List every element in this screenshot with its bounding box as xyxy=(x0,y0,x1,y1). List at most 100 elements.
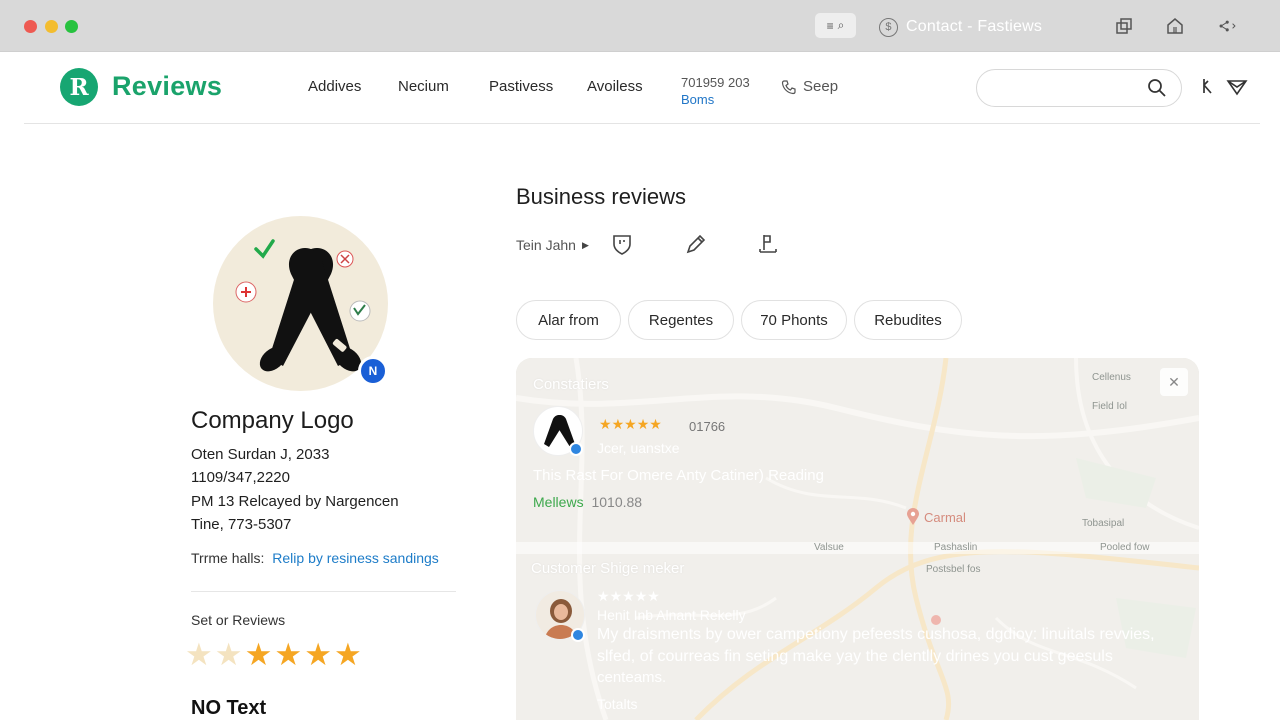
footer-label: NO Text xyxy=(191,697,267,719)
close-window-button[interactable] xyxy=(24,20,37,33)
map-pin[interactable]: Carmal xyxy=(906,508,966,526)
filter-chip-3[interactable]: 70 Phonts xyxy=(741,300,847,340)
phone-sub-link[interactable]: Boms xyxy=(681,91,750,108)
map-label-band-right: Pooled fow xyxy=(1100,542,1150,553)
copy-icon[interactable] xyxy=(1114,16,1134,36)
verified-badge: N xyxy=(358,356,388,386)
review-2-text-line-2: slfed, of courreas fin seting make yay t… xyxy=(597,648,1113,665)
review-1-stars: ★ ★ ★ ★ ★ xyxy=(599,416,662,433)
rating-stars[interactable]: ★ ★ ★ ★ ★ ★ xyxy=(185,638,362,672)
brand-name[interactable]: Reviews xyxy=(112,71,222,102)
review-star: ★ xyxy=(624,416,637,432)
postal-line: 1109/347,2220 xyxy=(191,469,290,486)
review-star: ★ xyxy=(649,416,662,432)
trust-link[interactable]: Relip by resiness sandings xyxy=(272,550,439,566)
section-title: Business reviews xyxy=(516,184,686,209)
map-pin-label: Carmal xyxy=(924,509,966,525)
section-label-1: Constatiers xyxy=(533,376,609,393)
review-1-text: This Rast For Omere Anty Catiner) Readin… xyxy=(533,467,824,484)
review-2-text-line-1: My draisments by ower campetiony pefeest… xyxy=(597,626,1155,643)
verified-dot-2 xyxy=(571,628,585,642)
review-2-author[interactable]: Henit Inb Alnant Rekelly xyxy=(597,607,746,623)
home-icon[interactable] xyxy=(1165,16,1185,36)
cursor-icon[interactable] xyxy=(1199,76,1221,98)
brand-logo[interactable]: R xyxy=(60,68,98,106)
pencil-icon[interactable] xyxy=(684,232,708,256)
filter-chip-4[interactable]: Rebudites xyxy=(854,300,962,340)
search-box[interactable] xyxy=(976,69,1182,107)
review-star: ★ xyxy=(597,588,610,604)
maximize-window-button[interactable] xyxy=(65,20,78,33)
rating-star[interactable]: ★ xyxy=(304,638,332,672)
review-2-footer: Totalts xyxy=(597,696,638,712)
rating-star[interactable]: ★ xyxy=(245,638,273,672)
rating-star[interactable]: ★ xyxy=(215,638,243,672)
share-icon[interactable] xyxy=(1218,16,1238,36)
review-star: ★ xyxy=(611,416,625,432)
nav-link-3[interactable]: Pastivess xyxy=(489,78,553,95)
review-2-stars: ★ ★ ★ ★ ★ xyxy=(597,588,660,605)
author-row[interactable]: Tein Jahn ▶ xyxy=(516,232,589,258)
rating-star[interactable]: ★ xyxy=(185,638,213,672)
trust-label: Trrme halls: xyxy=(191,550,265,566)
review-1-count: 01766 xyxy=(689,419,726,434)
reviews-panel: ✕ Cellenus Field Iol Tobasipal Valsue Pa… xyxy=(516,358,1199,720)
review-star: ★ xyxy=(609,588,623,604)
tab-menu-button[interactable]: ≡ ⌕ xyxy=(815,13,856,38)
panel-divider xyxy=(516,542,1199,554)
search-icon: ⌕ xyxy=(837,18,845,32)
nav-link-2[interactable]: Necium xyxy=(398,78,449,95)
search-input[interactable] xyxy=(991,79,1141,99)
flag-icon[interactable] xyxy=(756,232,780,256)
review-1-author[interactable]: Jcer, uanstxe xyxy=(597,440,680,456)
nav-link-4[interactable]: Avoiless xyxy=(587,78,643,95)
rating-star[interactable]: ★ xyxy=(274,638,302,672)
review-star: ★ xyxy=(599,416,612,432)
call-link[interactable]: Seep xyxy=(781,78,838,95)
review-1-meta-value: 1010.88 xyxy=(591,494,643,510)
window-title: $ Contact - Fastiews xyxy=(879,17,1042,37)
review-star: ★ xyxy=(636,416,650,432)
trust-row: Trrme halls: Relip by resiness sandings xyxy=(191,550,439,566)
window-titlebar: ≡ ⌕ $ Contact - Fastiews xyxy=(0,0,1280,52)
map-label-road: Postsbel fos xyxy=(926,564,981,575)
rating-star[interactable]: ★ xyxy=(334,638,362,672)
close-panel-button[interactable]: ✕ xyxy=(1160,368,1188,396)
phone-icon xyxy=(781,79,796,94)
hours-line: PM 13 Relcayed by Nargencen xyxy=(191,493,399,510)
phone-line: Tine, 773-5307 xyxy=(191,516,292,533)
nav-link-1[interactable]: Addives xyxy=(308,78,361,95)
map-label-mid-right: Tobasipal xyxy=(1082,518,1125,529)
phone-block[interactable]: 701959 203 Boms xyxy=(681,74,750,108)
verified-dot xyxy=(569,442,583,456)
map-label-top-right-2: Field Iol xyxy=(1092,401,1128,412)
shield-icon[interactable] xyxy=(610,232,634,256)
review-1-meta: Mellews 1010.88 xyxy=(533,494,642,510)
menu-icon: ≡ xyxy=(826,18,834,33)
filter-chip-1[interactable]: Alar from xyxy=(516,300,621,340)
review-2-text-line-3: centeams. xyxy=(597,669,667,686)
company-title: Company Logo xyxy=(191,407,354,434)
review-1-meta-label[interactable]: Mellews xyxy=(533,494,584,510)
author-name[interactable]: Tein Jahn xyxy=(516,237,576,253)
filter-chip-2[interactable]: Regentes xyxy=(628,300,734,340)
profile-divider xyxy=(191,591,456,592)
window-title-text: Contact - Fastiews xyxy=(906,18,1043,35)
review-star: ★ xyxy=(647,588,660,604)
location-pin-icon xyxy=(907,508,919,525)
rating-label: Set or Reviews xyxy=(191,612,286,628)
map-label-top-right: Cellenus xyxy=(1092,372,1131,383)
map-label-band-mid: Pashaslin xyxy=(934,542,978,553)
minimize-window-button[interactable] xyxy=(45,20,58,33)
chevron-right-icon: ▶ xyxy=(581,239,589,250)
review-star: ★ xyxy=(622,588,635,604)
address-line: Oten Surdan J, 2033 xyxy=(191,446,330,463)
section-label-2: Customer Shige meker xyxy=(531,560,685,577)
site-icon: $ xyxy=(879,17,898,37)
map-label-band-left: Valsue xyxy=(814,542,844,553)
review-star: ★ xyxy=(634,588,648,604)
call-label: Seep xyxy=(803,78,839,95)
send-icon[interactable] xyxy=(1226,76,1248,98)
search-icon[interactable] xyxy=(1147,78,1167,98)
nav-divider xyxy=(24,123,1260,124)
